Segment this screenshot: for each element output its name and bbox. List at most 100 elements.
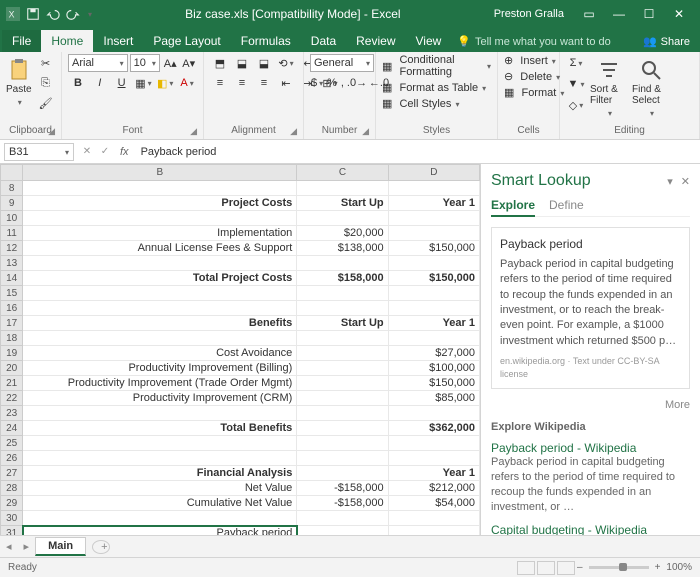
alignment-dialog-launcher[interactable]: ◢ <box>290 126 297 137</box>
row-header[interactable]: 12 <box>1 241 23 256</box>
cell[interactable] <box>297 436 388 451</box>
bold-button[interactable]: B <box>68 74 88 92</box>
tab-data[interactable]: Data <box>301 30 346 52</box>
pane-tab-define[interactable]: Define <box>549 198 584 212</box>
tab-page-layout[interactable]: Page Layout <box>143 30 230 52</box>
cell[interactable] <box>23 331 297 346</box>
align-middle-button[interactable]: ⬓ <box>232 54 252 72</box>
cell[interactable] <box>388 226 479 241</box>
border-button[interactable]: ▦ <box>133 74 153 92</box>
row-header[interactable]: 31 <box>1 526 23 536</box>
cell[interactable]: $150,000 <box>388 241 479 256</box>
cell[interactable] <box>388 211 479 226</box>
tab-home[interactable]: Home <box>41 30 93 52</box>
formula-input[interactable]: Payback period <box>135 144 700 160</box>
tab-insert[interactable]: Insert <box>93 30 143 52</box>
cell[interactable]: Year 1 <box>388 316 479 331</box>
cell[interactable] <box>23 256 297 271</box>
row-header[interactable]: 17 <box>1 316 23 331</box>
row-header[interactable]: 15 <box>1 286 23 301</box>
normal-view-button[interactable] <box>517 561 535 575</box>
font-name-select[interactable]: Arial <box>68 54 128 72</box>
cell[interactable] <box>23 511 297 526</box>
row-header[interactable]: 22 <box>1 391 23 406</box>
align-top-button[interactable]: ⬒ <box>210 54 230 72</box>
cell[interactable] <box>297 301 388 316</box>
cell[interactable]: $150,000 <box>388 376 479 391</box>
cell[interactable] <box>388 436 479 451</box>
sheet-nav-next[interactable]: ▸ <box>18 540 36 553</box>
cell[interactable] <box>297 391 388 406</box>
cell[interactable]: Annual License Fees & Support <box>23 241 297 256</box>
fill-button[interactable]: ▼ <box>566 75 586 93</box>
number-dialog-launcher[interactable]: ◢ <box>362 126 369 137</box>
format-painter-button[interactable]: 🖌 <box>36 94 56 112</box>
comma-button[interactable]: , <box>340 74 345 92</box>
ribbon-options-icon[interactable]: ▭ <box>574 7 604 21</box>
minimize-button[interactable]: — <box>604 7 634 21</box>
cell[interactable]: $85,000 <box>388 391 479 406</box>
select-all-cell[interactable] <box>1 165 23 181</box>
cell[interactable]: -$158,000 <box>297 496 388 511</box>
grow-font-button[interactable]: A▴ <box>162 54 179 72</box>
cell[interactable] <box>297 211 388 226</box>
font-color-button[interactable]: A <box>177 74 197 92</box>
decrease-indent-button[interactable]: ⇤ <box>276 74 296 92</box>
cell[interactable]: Cost Avoidance <box>23 346 297 361</box>
align-bottom-button[interactable]: ⬓ <box>254 54 274 72</box>
cell[interactable]: Implementation <box>23 226 297 241</box>
cut-button[interactable]: ✂ <box>36 54 56 72</box>
row-header[interactable]: 23 <box>1 406 23 421</box>
row-header[interactable]: 29 <box>1 496 23 511</box>
cell[interactable] <box>297 511 388 526</box>
page-break-view-button[interactable] <box>557 561 575 575</box>
cell[interactable] <box>297 406 388 421</box>
cell[interactable]: Net Value <box>23 481 297 496</box>
cell[interactable]: Payback period <box>23 526 297 536</box>
cell[interactable] <box>297 331 388 346</box>
italic-button[interactable]: I <box>90 74 110 92</box>
format-as-table-button[interactable]: ▦ Format as Table <box>382 81 491 94</box>
col-header-D[interactable]: D <box>388 165 479 181</box>
pane-dropdown-icon[interactable]: ▾ <box>667 175 673 188</box>
cell[interactable] <box>23 406 297 421</box>
cell[interactable]: $27,000 <box>388 346 479 361</box>
cell[interactable]: $150,000 <box>388 271 479 286</box>
align-left-button[interactable]: ≡ <box>210 74 230 92</box>
cell[interactable] <box>297 361 388 376</box>
cell[interactable]: Year 1 <box>388 196 479 211</box>
pane-tab-explore[interactable]: Explore <box>491 198 535 217</box>
row-header[interactable]: 24 <box>1 421 23 436</box>
conditional-formatting-button[interactable]: ▦ Conditional Formatting <box>382 54 491 78</box>
cell[interactable]: Total Project Costs <box>23 271 297 286</box>
cell[interactable] <box>388 526 479 536</box>
cell[interactable]: Year 1 <box>388 466 479 481</box>
cell[interactable] <box>388 331 479 346</box>
tab-view[interactable]: View <box>406 30 452 52</box>
fx-icon[interactable]: fx <box>114 146 135 158</box>
clear-button[interactable]: ◇ <box>566 96 586 114</box>
tab-review[interactable]: Review <box>346 30 405 52</box>
row-header[interactable]: 8 <box>1 181 23 196</box>
cell[interactable] <box>388 406 479 421</box>
sheet-nav-prev[interactable]: ◂ <box>0 540 18 553</box>
cell[interactable] <box>23 286 297 301</box>
redo-icon[interactable] <box>66 7 80 21</box>
cell-styles-button[interactable]: ▦ Cell Styles <box>382 97 491 110</box>
zoom-slider[interactable] <box>589 566 649 569</box>
new-sheet-button[interactable]: + <box>92 540 110 554</box>
cell[interactable]: Start Up <box>297 196 388 211</box>
share-button[interactable]: 👥Share <box>633 31 700 52</box>
tell-me[interactable]: 💡Tell me what you want to do <box>451 31 633 52</box>
worksheet[interactable]: BCD89Project CostsStart UpYear 11011Impl… <box>0 164 480 535</box>
row-header[interactable]: 10 <box>1 211 23 226</box>
cell[interactable]: Benefits <box>23 316 297 331</box>
row-header[interactable]: 21 <box>1 376 23 391</box>
accounting-format-button[interactable]: $ <box>310 74 324 92</box>
row-header[interactable]: 20 <box>1 361 23 376</box>
sort-filter-button[interactable]: Sort & Filter <box>590 54 628 119</box>
tab-formulas[interactable]: Formulas <box>231 30 301 52</box>
maximize-button[interactable]: ☐ <box>634 7 664 21</box>
undo-icon[interactable] <box>46 7 60 21</box>
cell[interactable] <box>297 421 388 436</box>
